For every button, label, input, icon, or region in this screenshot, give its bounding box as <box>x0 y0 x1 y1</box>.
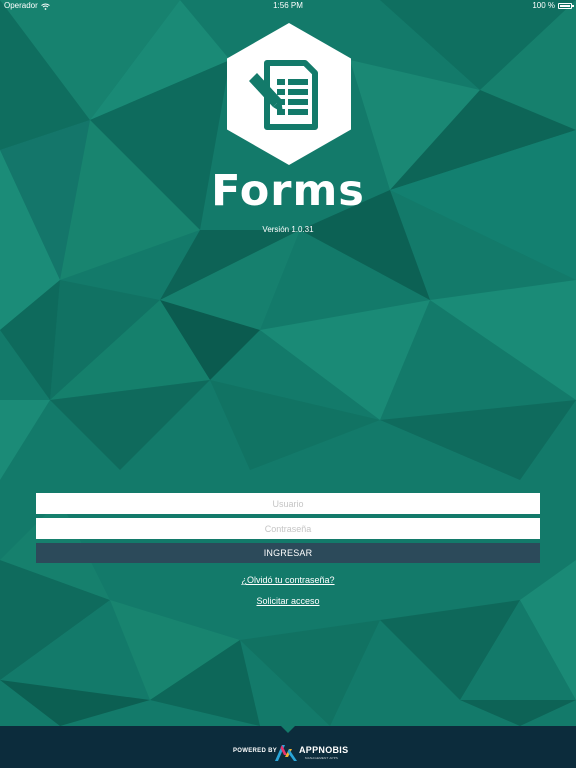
username-input[interactable] <box>36 493 540 514</box>
password-input[interactable] <box>36 518 540 539</box>
brand-name: APPNOBIS <box>299 745 349 755</box>
forgot-password-link[interactable]: ¿Olvidó tu contraseña? <box>0 575 576 585</box>
battery-indicator: 100 % <box>532 0 574 12</box>
status-bar: Operador 1:56 PM 100 % <box>0 0 576 12</box>
clock: 1:56 PM <box>273 1 303 10</box>
footer: POWERED BY APPNOBIS MANAGEMENT APPS <box>0 725 576 768</box>
battery-icon <box>558 3 574 9</box>
appnobis-logo-icon <box>275 745 297 761</box>
brand-subtitle: MANAGEMENT APPS <box>305 756 339 760</box>
form-edit-icon <box>227 23 351 165</box>
battery-percent: 100 % <box>532 1 555 10</box>
app-version: Versión 1.0.31 <box>262 225 314 234</box>
login-button[interactable]: INGRESAR <box>36 543 540 563</box>
app-title: Forms <box>211 166 365 216</box>
request-access-link[interactable]: Solicitar acceso <box>0 596 576 606</box>
footer-notch <box>280 725 296 733</box>
powered-by-label: POWERED BY <box>233 748 278 754</box>
